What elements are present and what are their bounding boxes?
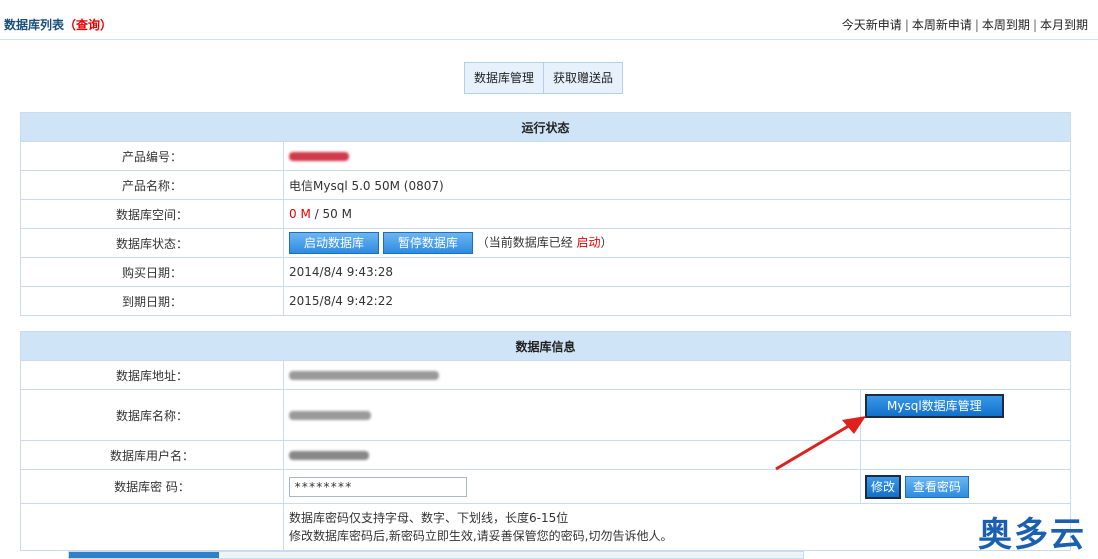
link-today-new[interactable]: 今天新申请 xyxy=(842,18,902,32)
row-purchase-date: 购买日期： 2014/8/4 9:43:28 xyxy=(20,257,1071,287)
separator: | xyxy=(1032,18,1037,32)
separator: | xyxy=(974,18,979,32)
label-db-name: 数据库名称： xyxy=(20,389,284,441)
breadcrumb-title: 数据库列表 xyxy=(4,18,65,32)
value-product-name: 电信Mysql 5.0 50M (0807) xyxy=(283,170,1071,200)
password-input[interactable] xyxy=(289,476,467,497)
status-note-suffix: ） xyxy=(600,235,613,250)
status-table: 运行状态 产品编号： 产品名称： 电信Mysql 5.0 50M (0807) … xyxy=(20,112,1071,316)
separator: | xyxy=(904,18,909,32)
status-note-prefix: （当前数据库已经 xyxy=(476,235,573,250)
quick-links: 今天新申请 | 本周新申请 | 本周到期 | 本月到期 xyxy=(842,16,1088,33)
password-rule-hint: 数据库密码仅支持字母、数字、下划线，长度6-15位 xyxy=(289,511,569,525)
link-week-expire[interactable]: 本周到期 xyxy=(982,18,1030,32)
redacted-db-user xyxy=(289,451,369,460)
link-month-expire[interactable]: 本月到期 xyxy=(1040,18,1088,32)
row-db-name: 数据库名称： Mysql数据库管理 xyxy=(20,389,1071,441)
redacted-product-id xyxy=(289,152,349,161)
breadcrumb: 数据库列表（查询） xyxy=(4,16,112,33)
mysql-manage-button[interactable]: Mysql数据库管理 xyxy=(865,394,1004,418)
label-db-user: 数据库用户名： xyxy=(20,440,284,470)
info-table: 数据库信息 数据库地址： 数据库名称： Mysql数据库管理 数据库用户名： 数… xyxy=(20,331,1071,551)
watermark-logo: 奥多云 xyxy=(978,515,1086,555)
view-password-button[interactable]: 查看密码 xyxy=(904,476,969,498)
value-space-total: / 50 M xyxy=(310,207,352,221)
row-db-password: 数据库密 码： 修改 查看密码 xyxy=(20,469,1071,504)
row-product-name: 产品名称： 电信Mysql 5.0 50M (0807) xyxy=(20,170,1071,200)
row-product-id: 产品编号： xyxy=(20,141,1071,171)
start-db-button[interactable]: 启动数据库 xyxy=(289,232,380,254)
label-db-password: 数据库密 码： xyxy=(20,469,284,504)
label-expire-date: 到期日期： xyxy=(20,286,284,316)
label-db-status: 数据库状态： xyxy=(20,228,284,258)
link-week-new[interactable]: 本周新申请 xyxy=(912,18,972,32)
red-arrow-icon xyxy=(775,416,866,471)
tab-db-management[interactable]: 数据库管理 xyxy=(465,63,545,93)
tab-get-gift[interactable]: 获取赠送品 xyxy=(544,63,622,93)
label-product-name: 产品名称： xyxy=(20,170,284,200)
value-expire-date: 2015/8/4 9:42:22 xyxy=(283,286,1071,316)
label-db-space: 数据库空间： xyxy=(20,199,284,229)
label-purchase-date: 购买日期： xyxy=(20,257,284,287)
password-change-hint: 修改数据库密码后,新密码立即生效,请妥善保管您的密码,切勿告诉他人。 xyxy=(289,529,673,543)
status-section-title: 运行状态 xyxy=(20,112,1071,142)
tab-bar: 数据库管理 获取赠送品 xyxy=(464,62,624,94)
redacted-db-address xyxy=(289,371,439,380)
breadcrumb-query-link[interactable]: （查询） xyxy=(64,18,112,32)
redacted-db-name xyxy=(289,411,371,420)
label-product-id: 产品编号： xyxy=(20,141,284,171)
row-db-status: 数据库状态： 启动数据库 暂停数据库 （当前数据库已经 启动） xyxy=(20,228,1071,258)
label-db-address: 数据库地址： xyxy=(20,360,284,390)
row-db-user: 数据库用户名： xyxy=(20,440,1071,470)
status-badge: 启动 xyxy=(576,235,601,250)
row-expire-date: 到期日期： 2015/8/4 9:42:22 xyxy=(20,286,1071,316)
modify-password-button[interactable]: 修改 xyxy=(865,474,902,499)
pause-db-button[interactable]: 暂停数据库 xyxy=(382,232,473,254)
bottom-tab-bar xyxy=(68,551,804,559)
row-password-hints: 数据库密码仅支持字母、数字、下划线，长度6-15位 修改数据库密码后,新密码立即… xyxy=(20,503,1071,551)
row-db-address: 数据库地址： xyxy=(20,360,1071,390)
row-db-space: 数据库空间： 0 M / 50 M xyxy=(20,199,1071,229)
info-section-title: 数据库信息 xyxy=(20,331,1071,361)
value-purchase-date: 2014/8/4 9:43:28 xyxy=(283,257,1071,287)
value-space-used: 0 M xyxy=(289,207,311,221)
top-bar: 数据库列表（查询） 今天新申请 | 本周新申请 | 本周到期 | 本月到期 xyxy=(0,0,1098,40)
status-note: （当前数据库已经 启动） xyxy=(477,236,613,250)
